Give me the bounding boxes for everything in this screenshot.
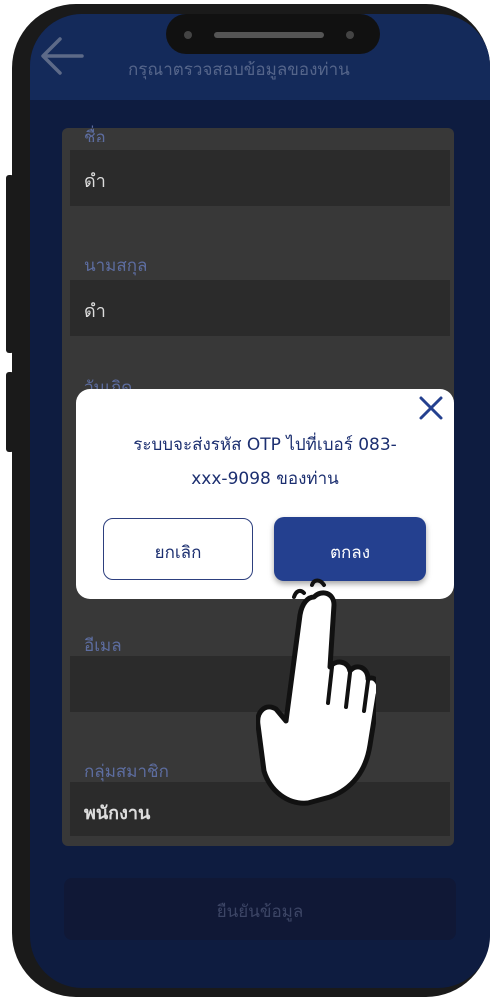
confirm-data-button[interactable]: ยืนยันข้อมูล [64, 878, 456, 940]
ok-label: ตกลง [329, 543, 371, 563]
lastname-value: ดำ [84, 301, 106, 322]
field-label-email: อีเมล [84, 636, 122, 656]
back-arrow-icon[interactable] [38, 36, 84, 76]
lastname-field[interactable]: ดำ [70, 280, 450, 336]
field-label-lastname: นามสกุล [84, 256, 148, 276]
field-label-firstname: ชื่อ [84, 128, 106, 142]
dialog-message: ระบบจะส่งรหัส OTP ไปที่เบอร์ 083- xxx-90… [76, 428, 454, 496]
speaker-pill [214, 32, 324, 38]
firstname-value: ดำ [84, 171, 106, 192]
dialog-message-line1: ระบบจะส่งรหัส OTP ไปที่เบอร์ 083- [133, 435, 397, 455]
firstname-field[interactable]: ดำ [70, 150, 450, 206]
close-icon[interactable] [418, 395, 444, 421]
cancel-button[interactable]: ยกเลิก [103, 518, 253, 580]
camera-dot-icon [184, 31, 192, 39]
ok-button[interactable]: ตกลง [274, 517, 426, 581]
pointing-hand-icon [256, 578, 376, 806]
sensor-dot-icon [346, 31, 354, 39]
phone-notch [166, 14, 380, 54]
page-title: กรุณาตรวจสอบข้อมูลของท่าน [128, 60, 350, 80]
field-label-member-group: กลุ่มสมาชิก [84, 762, 169, 782]
cancel-label: ยกเลิก [154, 543, 202, 563]
dialog-message-line2: xxx-9098 ของท่าน [191, 469, 339, 489]
confirm-data-label: ยืนยันข้อมูล [216, 902, 304, 922]
member-group-value: พนักงาน [84, 803, 151, 824]
